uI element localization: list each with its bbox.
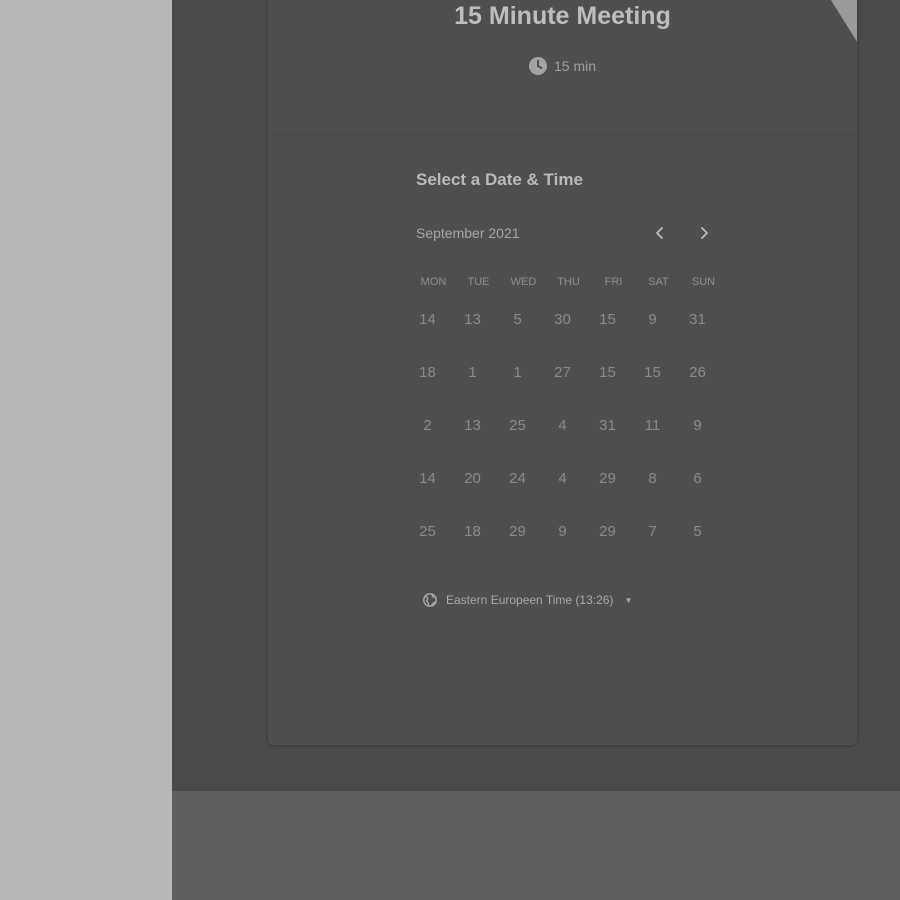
- calendar-day: 1: [513, 364, 522, 381]
- calendar-day: 27: [554, 364, 571, 381]
- weekday-label: FRI: [604, 276, 623, 288]
- calendar-day: 9: [693, 417, 702, 434]
- caret-down-icon: ▼: [624, 595, 633, 605]
- event-header: 15 Minute Meeting 15 min: [268, 0, 857, 135]
- event-title: 15 Minute Meeting: [454, 2, 671, 30]
- calendar-day: 31: [599, 417, 616, 434]
- weekday-header: MON TUE WED THU FRI SAT SUN: [411, 276, 726, 288]
- event-duration: 15 min: [268, 57, 857, 75]
- calendar-day: 14: [419, 470, 436, 487]
- chevron-left-icon: [656, 227, 663, 239]
- calendar-day: 20: [464, 470, 481, 487]
- timezone-selector[interactable]: Eastern Europeen Time (13:26) ▼: [423, 593, 632, 607]
- calendar-day: 29: [509, 523, 526, 540]
- calendar-day: 9: [558, 523, 567, 540]
- calendar-grid: 14 13 5 30 15 9 31 18 1 1 27 15 15 26 2 …: [405, 293, 720, 558]
- calendar-day: 29: [599, 470, 616, 487]
- calendar-day: 18: [419, 364, 436, 381]
- weekday-label: THU: [557, 276, 580, 288]
- weekday-label: WED: [510, 276, 537, 288]
- weekday-label: MON: [420, 276, 447, 288]
- calendar-day: 7: [648, 523, 657, 540]
- page-footer: [172, 791, 900, 900]
- prev-month-button[interactable]: [647, 220, 673, 246]
- calendar-day: 15: [599, 364, 616, 381]
- calendar-day: 4: [558, 417, 567, 434]
- calendar-day: 2: [423, 417, 432, 434]
- calendar-day: 13: [464, 311, 481, 328]
- calendar-day: 5: [513, 311, 522, 328]
- timezone-label: Eastern Europeen Time (13:26): [446, 593, 614, 607]
- calendar-day: 26: [689, 364, 706, 381]
- next-month-button[interactable]: [691, 220, 717, 246]
- calendar-day: 24: [509, 470, 526, 487]
- calendar-day: 8: [648, 470, 657, 487]
- calendar-day: 11: [644, 417, 661, 434]
- calendar-day: 5: [693, 523, 702, 540]
- section-title: Select a Date & Time: [416, 170, 583, 189]
- calendar-day: 25: [509, 417, 526, 434]
- calendar-day: 13: [464, 417, 481, 434]
- calendar-day: 31: [689, 311, 706, 328]
- calendar-day: 6: [693, 470, 702, 487]
- month-label: September 2021: [416, 225, 520, 241]
- chevron-right-icon: [701, 227, 708, 239]
- calendar-day: 25: [419, 523, 436, 540]
- calendar-day: 9: [648, 311, 657, 328]
- calendar-day: 18: [464, 523, 481, 540]
- weekday-label: SAT: [648, 276, 669, 288]
- weekday-label: TUE: [467, 276, 490, 288]
- calendar-day: 14: [419, 311, 436, 328]
- calendar-day: 1: [468, 364, 477, 381]
- calendar-day: 30: [554, 311, 571, 328]
- weekday-label: SUN: [691, 276, 716, 288]
- globe-icon: [423, 593, 437, 607]
- clock-icon: [528, 57, 547, 75]
- calendar-day: 15: [599, 311, 616, 328]
- calendar-day: 4: [558, 470, 567, 487]
- calendar-day: 29: [599, 523, 616, 540]
- duration-label: 15 min: [553, 58, 597, 74]
- booking-card: 15 Minute Meeting 15 min Select a Date &…: [268, 0, 857, 745]
- calendar-day: 15: [644, 364, 661, 381]
